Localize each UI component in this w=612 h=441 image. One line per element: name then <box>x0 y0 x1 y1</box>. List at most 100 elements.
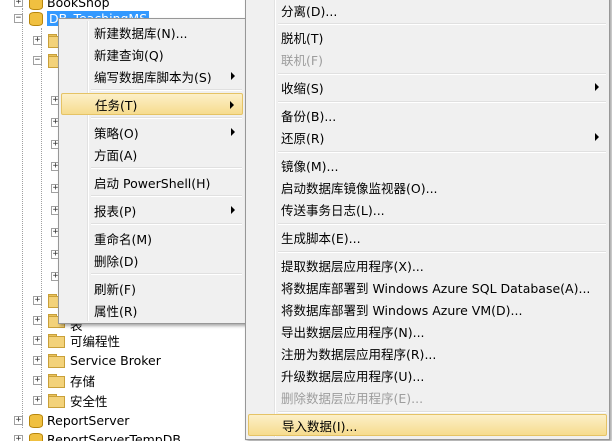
tree-node-reportservertempdb[interactable]: + ReportServerTempDB <box>14 429 181 441</box>
menu-item-launch-mirroring-monitor[interactable]: 启动数据库镜像监视器(O)... <box>248 176 607 198</box>
menu-item-label: 升级数据层应用程序(U)... <box>281 368 425 384</box>
menu-item-label: 重命名(M) <box>94 231 153 247</box>
menu-item-import-data[interactable]: 导入数据(I)... <box>248 414 607 436</box>
collapse-icon[interactable]: − <box>33 55 42 65</box>
menu-item-register-data-tier-app[interactable]: 注册为数据层应用程序(R)... <box>248 342 607 364</box>
menu-separator <box>278 73 606 75</box>
menu-separator <box>278 223 606 225</box>
menu-item-label: 备份(B)... <box>281 108 337 124</box>
expand-icon[interactable]: + <box>14 0 23 7</box>
menu-item-label: 分离(D)... <box>281 3 338 19</box>
menu-item-rename[interactable]: 重命名(M) <box>61 227 243 249</box>
menu-item-label: 镜像(M)... <box>281 158 339 174</box>
menu-separator <box>91 89 242 91</box>
menu-separator <box>91 167 242 169</box>
menu-item-label: 导入数据(I)... <box>282 418 358 434</box>
submenu-arrow-icon <box>230 101 234 109</box>
submenu-arrow-icon <box>595 133 599 141</box>
menu-item-take-offline[interactable]: 脱机(T) <box>248 26 607 48</box>
tree-node-service-broker[interactable]: + Service Broker <box>33 350 161 370</box>
menu-item-ship-transaction-logs[interactable]: 传送事务日志(L)... <box>248 198 607 220</box>
submenu-arrow-icon <box>231 128 235 136</box>
submenu-arrow-icon <box>595 83 599 91</box>
menu-item-label: 脱机(T) <box>281 30 324 46</box>
menu-item-label: 删除数据层应用程序(E)... <box>281 390 424 406</box>
menu-item-bring-online: 联机(F) <box>248 48 607 70</box>
tree-node-security[interactable]: + 安全性 <box>33 390 108 410</box>
folder-icon <box>48 394 65 408</box>
expand-icon[interactable]: + <box>33 395 42 405</box>
menu-item-deploy-azure-vm[interactable]: 将数据库部署到 Windows Azure VM(D)... <box>248 298 607 320</box>
menu-item-reports[interactable]: 报表(P) <box>61 199 243 221</box>
menu-separator <box>278 411 606 413</box>
menu-item-label: 注册为数据层应用程序(R)... <box>281 346 437 362</box>
menu-item-tasks[interactable]: 任务(T) <box>61 93 243 115</box>
folder-icon <box>48 374 65 388</box>
menu-item-policies[interactable]: 策略(O) <box>61 121 243 143</box>
menu-item-label: 新建查询(Q) <box>94 47 164 63</box>
expand-icon[interactable]: + <box>14 434 23 441</box>
menu-item-backup[interactable]: 备份(B)... <box>248 104 607 126</box>
expand-icon[interactable]: + <box>33 375 42 385</box>
tasks-submenu: 分离(D)... 脱机(T) 联机(F) 收缩(S) 备份(B)... 还原(R… <box>245 0 610 440</box>
menu-item-mirror[interactable]: 镜像(M)... <box>248 154 607 176</box>
menu-item-label: 联机(F) <box>281 52 323 68</box>
menu-item-delete[interactable]: 删除(D) <box>61 249 243 271</box>
menu-item-label: 新建数据库(N)... <box>94 25 188 41</box>
menu-item-label: 启动数据库镜像监视器(O)... <box>281 180 438 196</box>
expand-icon[interactable]: + <box>33 315 42 325</box>
tree-node-label: Service Broker <box>70 352 161 368</box>
tree-guide-line <box>22 8 23 428</box>
menu-item-restore[interactable]: 还原(R) <box>248 126 607 148</box>
menu-item-script-database-as[interactable]: 编写数据库脚本为(S) <box>61 65 243 87</box>
database-icon <box>29 413 43 428</box>
menu-item-delete-data-tier-app: 删除数据层应用程序(E)... <box>248 386 607 408</box>
menu-separator <box>278 251 606 253</box>
menu-separator <box>278 101 606 103</box>
menu-item-extract-data-tier-app[interactable]: 提取数据层应用程序(X)... <box>248 254 607 276</box>
menu-separator <box>278 23 606 25</box>
expand-icon[interactable]: + <box>33 295 42 305</box>
tree-node-label: ReportServerTempDB <box>47 431 181 441</box>
menu-item-label: 刷新(F) <box>94 281 136 297</box>
database-icon <box>29 432 43 441</box>
menu-item-generate-scripts[interactable]: 生成脚本(E)... <box>248 226 607 248</box>
menu-item-label: 启动 PowerShell(H) <box>94 175 211 191</box>
menu-item-upgrade-data-tier-app[interactable]: 升级数据层应用程序(U)... <box>248 364 607 386</box>
menu-item-new-database[interactable]: 新建数据库(N)... <box>61 21 243 43</box>
tree-node-programmability[interactable]: + 可编程性 <box>33 330 120 350</box>
database-context-menu: 新建数据库(N)... 新建查询(Q) 编写数据库脚本为(S) 任务(T) 策略… <box>58 18 246 324</box>
menu-item-label: 任务(T) <box>95 97 138 113</box>
menu-item-facets[interactable]: 方面(A) <box>61 143 243 165</box>
menu-item-label: 收缩(S) <box>281 80 324 96</box>
menu-separator <box>91 273 242 275</box>
menu-item-new-query[interactable]: 新建查询(Q) <box>61 43 243 65</box>
tree-node-reportserver[interactable]: + ReportServer <box>14 410 129 430</box>
menu-item-refresh[interactable]: 刷新(F) <box>61 277 243 299</box>
menu-item-properties[interactable]: 属性(R) <box>61 299 243 321</box>
menu-item-label: 删除(D) <box>94 253 139 269</box>
expand-icon[interactable]: + <box>33 35 42 45</box>
menu-item-label: 生成脚本(E)... <box>281 230 361 246</box>
expand-icon[interactable]: + <box>33 335 42 345</box>
menu-separator <box>91 117 242 119</box>
menu-item-deploy-azure-sql[interactable]: 将数据库部署到 Windows Azure SQL Database(A)... <box>248 276 607 298</box>
menu-item-detach[interactable]: 分离(D)... <box>248 0 607 21</box>
menu-item-label: 还原(R) <box>281 130 325 146</box>
collapse-icon[interactable]: − <box>14 13 23 23</box>
tree-node-label: 存储 <box>70 373 96 389</box>
folder-icon <box>48 334 65 348</box>
menu-item-label: 属性(R) <box>94 303 138 319</box>
menu-item-label: 策略(O) <box>94 125 139 141</box>
folder-icon <box>48 354 65 368</box>
menu-item-export-data-tier-app[interactable]: 导出数据层应用程序(N)... <box>248 320 607 342</box>
tree-node-storage[interactable]: + 存储 <box>33 370 95 390</box>
menu-separator <box>91 223 242 225</box>
menu-item-label: 编写数据库脚本为(S) <box>94 69 212 85</box>
menu-item-shrink[interactable]: 收缩(S) <box>248 76 607 98</box>
menu-item-label: 将数据库部署到 Windows Azure VM(D)... <box>281 302 523 318</box>
expand-icon[interactable]: + <box>14 415 23 425</box>
tree-node-label: ReportServer <box>47 412 130 428</box>
menu-item-start-powershell[interactable]: 启动 PowerShell(H) <box>61 171 243 193</box>
expand-icon[interactable]: + <box>33 355 42 365</box>
